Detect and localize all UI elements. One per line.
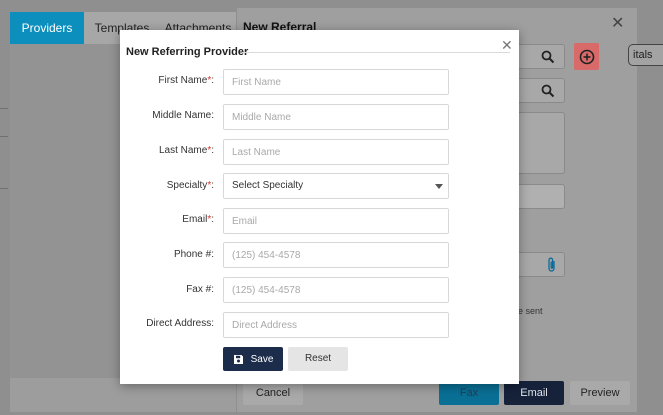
notes-area[interactable] — [515, 112, 565, 174]
save-label: Save — [250, 353, 274, 365]
search-icon[interactable] — [541, 50, 555, 64]
close-icon[interactable]: ✕ — [501, 37, 513, 54]
divider — [0, 136, 8, 137]
divider — [0, 188, 8, 189]
save-button[interactable]: Save — [223, 347, 283, 371]
search-field[interactable] — [515, 78, 565, 103]
add-provider-button[interactable] — [574, 43, 599, 70]
reset-button[interactable]: Reset — [288, 347, 348, 371]
phone-label: Phone #: — [173, 249, 214, 260]
search-icon[interactable] — [541, 84, 555, 98]
direct-address-label: Direct Address: — [146, 318, 214, 329]
title-divider — [242, 52, 510, 53]
specialty-select[interactable]: Select Specialty — [223, 173, 449, 199]
middle-name-label: Middle Name: — [152, 110, 214, 121]
chevron-down-icon — [435, 184, 443, 189]
email-label: Email*: — [182, 214, 214, 225]
plus-circle-icon — [579, 49, 594, 64]
new-referring-provider-dialog: New Referring Provider ✕ First Name*: Mi… — [120, 30, 519, 384]
phone-field[interactable] — [223, 242, 449, 268]
fax-label: Fax #: — [186, 284, 214, 295]
fax-button[interactable]: Fax — [439, 381, 499, 405]
last-name-field[interactable] — [223, 139, 449, 165]
specialty-value: Select Specialty — [232, 180, 304, 191]
attachment-field[interactable] — [515, 252, 565, 277]
preview-button[interactable]: Preview — [570, 381, 630, 405]
close-icon[interactable]: ✕ — [611, 13, 624, 33]
dialog-title: New Referring Provider — [126, 46, 249, 58]
specialty-label: Specialty*: — [166, 180, 214, 191]
first-name-label: First Name*: — [158, 75, 214, 86]
tab-providers[interactable]: Providers — [10, 12, 84, 44]
sent-note: e sent — [518, 306, 543, 316]
provider-search-field[interactable] — [515, 44, 565, 69]
direct-address-field[interactable] — [223, 312, 449, 338]
cancel-button[interactable]: Cancel — [243, 381, 303, 405]
last-name-label: Last Name*: — [158, 145, 214, 156]
save-icon — [233, 354, 243, 364]
vitals-chip[interactable]: itals — [628, 44, 663, 66]
email-button[interactable]: Email — [504, 381, 564, 405]
divider — [0, 108, 8, 109]
field[interactable] — [515, 184, 565, 209]
middle-name-field[interactable] — [223, 104, 449, 130]
fax-field[interactable] — [223, 277, 449, 303]
first-name-field[interactable] — [223, 69, 449, 95]
email-field[interactable] — [223, 208, 449, 234]
paperclip-icon[interactable] — [547, 257, 557, 273]
